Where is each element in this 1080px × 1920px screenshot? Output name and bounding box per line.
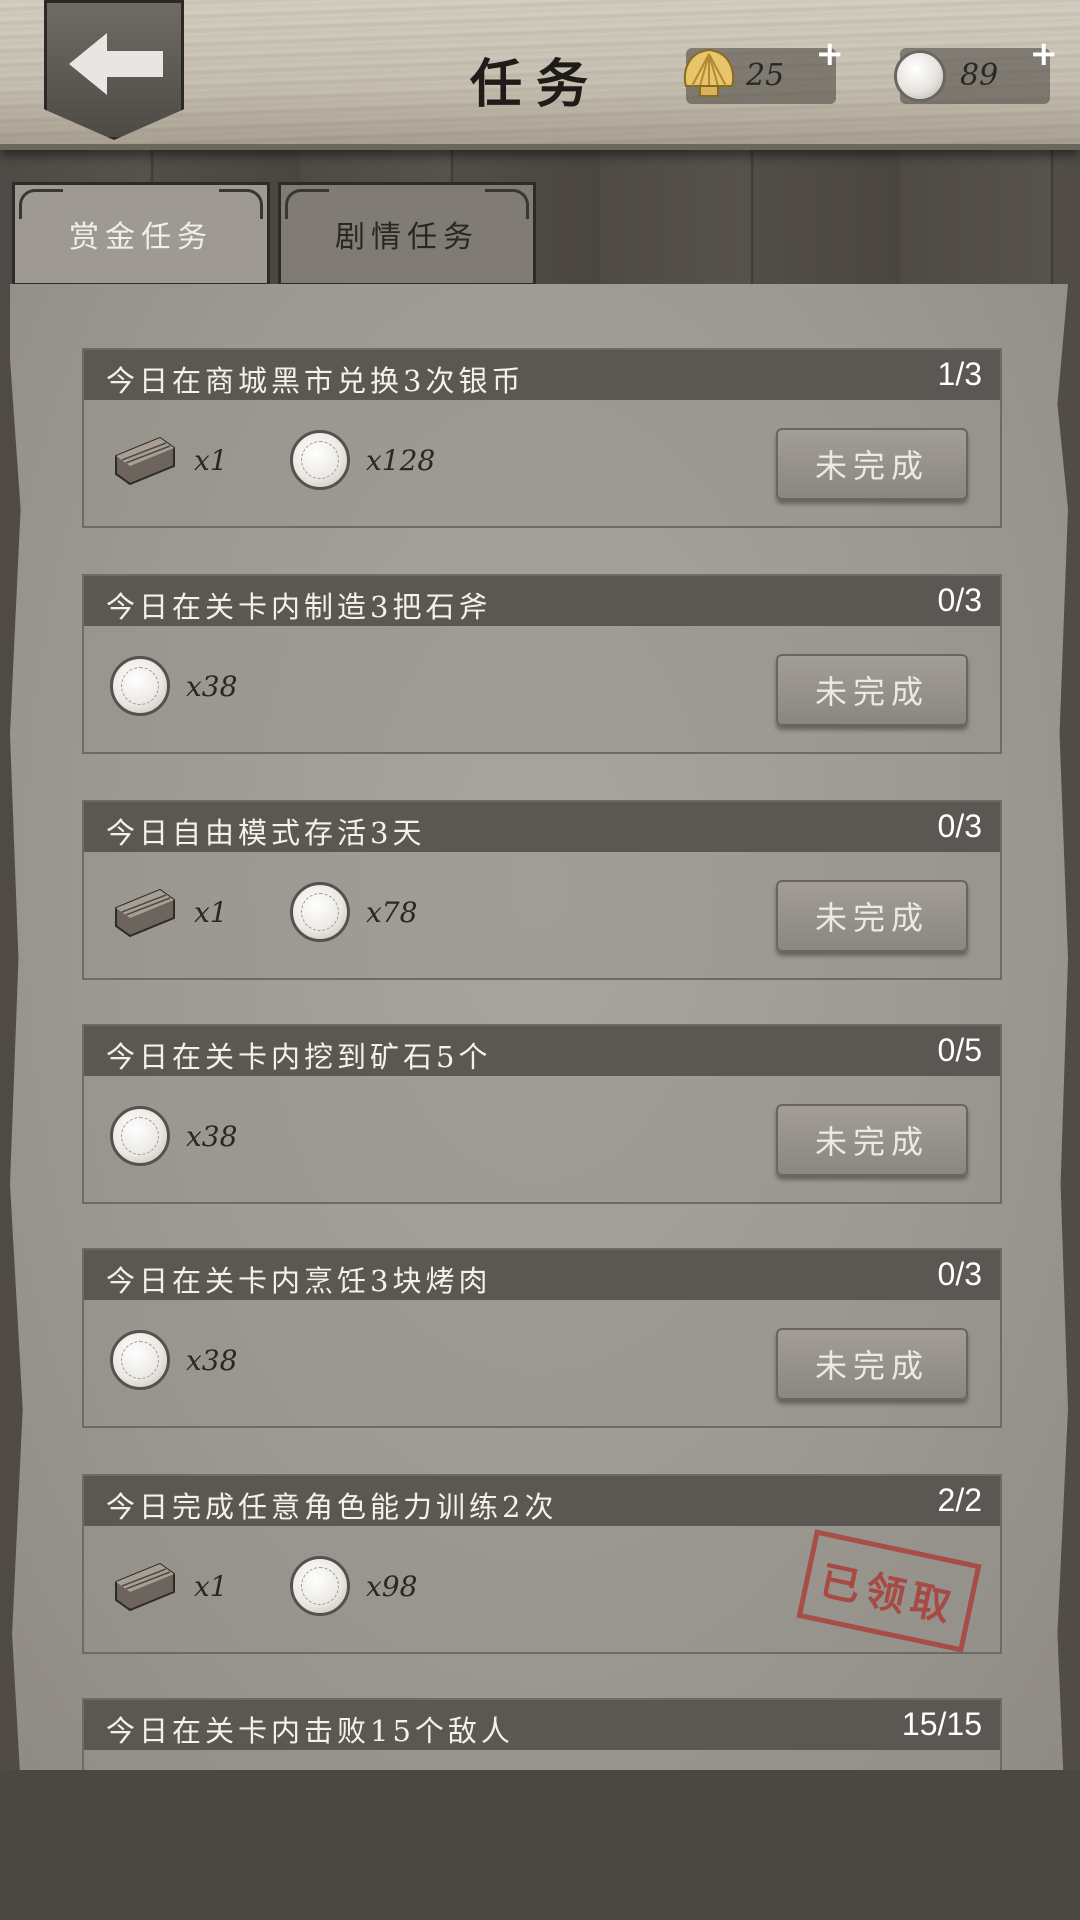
task-progress: 2/2 (937, 1482, 982, 1518)
incomplete-button[interactable]: 未完成 (776, 1104, 968, 1176)
task-item: 今日完成任意角色能力训练2次 2/2 x1 x98 已领取 (82, 1474, 1002, 1654)
reward-qty: x1 (194, 895, 228, 929)
task-progress: 0/3 (937, 582, 982, 618)
task-title: 今日在关卡内制造3把石斧 (106, 590, 492, 624)
task-item: 今日在关卡内制造3把石斧 0/3 x38 未完成 (82, 574, 1002, 754)
task-item: 今日自由模式存活3天 0/3 x1 x78 未完成 (82, 800, 1002, 980)
reward-qty: x38 (186, 669, 238, 703)
task-header: 今日自由模式存活3天 0/3 (84, 802, 1000, 852)
task-header: 今日在关卡内击败15个敌人 15/15 (84, 1700, 1000, 1750)
incomplete-button[interactable]: 未完成 (776, 654, 968, 726)
reward-qty: x1 (194, 443, 228, 477)
shell-icon (683, 48, 735, 97)
tab-label: 剧情任务 (335, 220, 479, 255)
reward-coins: x128 (290, 430, 435, 490)
reward-coins: x78 (290, 882, 417, 942)
task-progress: 0/3 (937, 808, 982, 844)
reward-qty: x1 (194, 1569, 228, 1603)
coin-icon (290, 882, 350, 942)
task-progress: 0/5 (937, 1032, 982, 1068)
task-header: 今日在商城黑市兑换3次银币 1/3 (84, 350, 1000, 400)
task-title: 今日在关卡内挖到矿石5个 (106, 1040, 492, 1074)
task-progress: 0/3 (937, 1256, 982, 1292)
page-title: 任务 (470, 54, 603, 115)
task-item: 今日在商城黑市兑换3次银币 1/3 x1 x128 未完成 (82, 348, 1002, 528)
coin-currency: 89 + (894, 34, 1058, 104)
tab-corner-ornament (485, 189, 529, 219)
incomplete-button[interactable]: 未完成 (776, 880, 968, 952)
tab-corner-ornament (19, 189, 63, 219)
reward-wood: x1 (112, 1556, 228, 1616)
reward-qty: x38 (186, 1343, 238, 1377)
task-title: 今日完成任意角色能力训练2次 (106, 1490, 558, 1524)
coin-count: 89 (960, 58, 999, 93)
back-arrow-icon (69, 33, 163, 95)
reward-coins: x98 (290, 1556, 417, 1616)
add-shells-button[interactable]: + (816, 34, 845, 74)
reward-wood: x1 (112, 430, 228, 490)
task-progress: 15/15 (901, 1706, 982, 1742)
claimed-stamp: 已领取 (796, 1529, 982, 1653)
wood-icon (115, 1562, 175, 1612)
reward-qty: x78 (366, 895, 418, 929)
reward-qty: x128 (366, 443, 436, 477)
tab-label: 赏金任务 (69, 220, 213, 255)
reward-qty: x98 (366, 1569, 418, 1603)
task-header: 今日在关卡内烹饪3块烤肉 0/3 (84, 1250, 1000, 1300)
task-header: 今日完成任意角色能力训练2次 2/2 (84, 1476, 1000, 1526)
reward-coins: x38 (110, 1330, 237, 1390)
coin-icon (290, 430, 350, 490)
task-item: 今日在关卡内击败15个敌人 15/15 (82, 1698, 1002, 1770)
tab-corner-ornament (285, 189, 329, 219)
coin-icon (110, 1330, 170, 1390)
incomplete-button[interactable]: 未完成 (776, 428, 968, 500)
task-progress: 1/3 (937, 356, 982, 392)
shell-count: 25 (746, 58, 785, 93)
reward-coins: x38 (110, 1106, 237, 1166)
add-coins-button[interactable]: + (1030, 34, 1059, 74)
panel-bottom-edge (0, 1770, 1080, 1920)
reward-qty: x38 (186, 1119, 238, 1153)
top-bar: 任务 25 + 89 + (0, 0, 1080, 150)
task-title: 今日自由模式存活3天 (106, 816, 426, 850)
task-header: 今日在关卡内挖到矿石5个 0/5 (84, 1026, 1000, 1076)
coin-icon (894, 50, 946, 102)
task-title: 今日在关卡内击败15个敌人 (106, 1714, 514, 1748)
coin-icon (110, 1106, 170, 1166)
reward-coins: x38 (110, 656, 237, 716)
reward-wood: x1 (112, 882, 228, 942)
tab-story-tasks[interactable]: 剧情任务 (278, 182, 536, 286)
tab-bounty-tasks[interactable]: 赏金任务 (12, 182, 270, 286)
task-item: 今日在关卡内挖到矿石5个 0/5 x38 未完成 (82, 1024, 1002, 1204)
incomplete-button[interactable]: 未完成 (776, 1328, 968, 1400)
task-title: 今日在关卡内烹饪3块烤肉 (106, 1264, 492, 1298)
task-item: 今日在关卡内烹饪3块烤肉 0/3 x38 未完成 (82, 1248, 1002, 1428)
task-title: 今日在商城黑市兑换3次银币 (106, 364, 525, 398)
coin-icon (110, 656, 170, 716)
task-header: 今日在关卡内制造3把石斧 0/3 (84, 576, 1000, 626)
wood-icon (115, 888, 175, 938)
coin-icon (290, 1556, 350, 1616)
wood-icon (115, 436, 175, 486)
shell-currency: 25 + (683, 34, 844, 104)
tab-corner-ornament (219, 189, 263, 219)
